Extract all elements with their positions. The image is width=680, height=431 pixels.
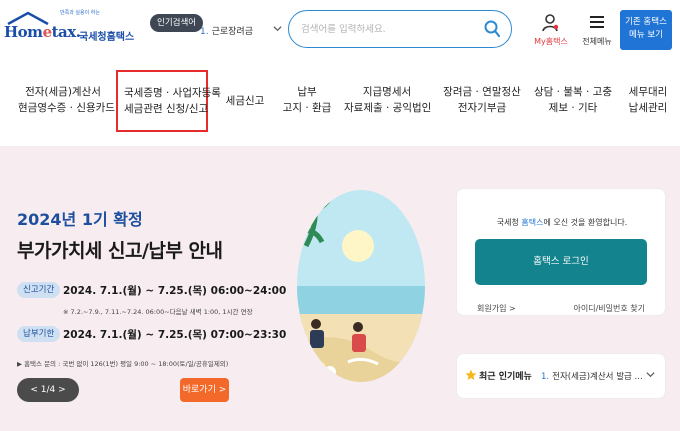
nav-item-line2: 자료제출 · 공익법인 <box>344 102 432 114</box>
search-icon[interactable] <box>484 20 501 38</box>
nav-item-line2: 제보 · 기타 <box>548 102 598 114</box>
login-button[interactable]: 홈택스 로그인 <box>475 239 647 285</box>
popular-search-rank: 1. <box>200 27 209 37</box>
report-period-tag: 신고기간 <box>17 282 61 298</box>
nav-item-line2: 세금관련 신청/신고 <box>124 103 209 115</box>
all-menu-label: 전체메뉴 <box>582 37 612 46</box>
main-banner: 2024년 1기 확정 부가가치세 신고/납부 안내 신고기간 2024. 7.… <box>0 146 680 431</box>
shortcut-button[interactable]: 바로가기 > <box>180 378 229 402</box>
welcome-brand: 홈택스 <box>521 218 544 227</box>
nav-item-payment-statements[interactable]: 지급명세서 자료제출 · 공익법인 <box>344 84 432 124</box>
signup-link[interactable]: 회원가입 > <box>477 303 516 314</box>
main-navigation: 전자(세금)계산서 현금영수증 · 신용카드 국세증명 · 사업자등록 세금관련… <box>0 62 680 146</box>
beach-illustration <box>297 190 425 382</box>
nav-item-line2: 현금영수증 · 신용카드 <box>18 102 115 114</box>
banner-main-title: 부가가치세 신고/납부 안내 <box>17 240 223 262</box>
logo-korean: 국세청홈택스 <box>79 32 135 43</box>
nav-item-incentives[interactable]: 장려금 · 연말정산 전자기부금 <box>440 84 524 124</box>
hometax-logo[interactable]: 만족과 실용이 하는 Hometax. 국세청홈택스 <box>4 8 144 48</box>
chevron-down-icon <box>273 26 282 32</box>
nav-item-tax-report[interactable]: 세금신고 <box>222 93 268 133</box>
banner-pager[interactable]: < 1/4 > <box>17 378 79 402</box>
legacy-menu-line2: 메뉴 보기 <box>629 30 663 40</box>
header: 만족과 실용이 하는 Hometax. 국세청홈택스 인기검색어 1. 근로장려금… <box>0 0 680 62</box>
my-hometax-label: My홈택스 <box>534 37 568 46</box>
popular-search-value: 1. 근로장려금 <box>200 24 253 37</box>
popular-menu-label: 최근 인기메뉴 <box>479 372 532 382</box>
nav-item-line1: 상담 · 불복 · 고충 <box>534 86 612 98</box>
logo-en-suffix: tax. <box>51 23 81 41</box>
hamburger-icon <box>590 16 604 28</box>
logo-wordmark: Hometax. <box>4 23 81 41</box>
popular-search-keyword: 근로장려금 <box>211 27 253 37</box>
popular-menu-rank: 1. <box>541 372 550 382</box>
popular-menu-panel[interactable]: 최근 인기메뉴 1. 전자(세금)계산서 발급 ... <box>456 353 666 399</box>
nav-item-line2: 납세관리 <box>628 102 668 114</box>
welcome-prefix: 국세청 <box>496 218 522 227</box>
report-period-text: 2024. 7.1.(월) ~ 7.25.(목) 06:00~24:00 <box>63 285 287 297</box>
nav-item-payment[interactable]: 납부 고지 · 환급 <box>280 84 334 124</box>
nav-item-e-invoice[interactable]: 전자(세금)계산서 현금영수증 · 신용카드 <box>18 84 115 124</box>
nav-item-line1: 지급명세서 <box>362 86 412 98</box>
popular-search-dropdown[interactable]: 1. 근로장려금 <box>194 15 286 45</box>
all-menu-button[interactable]: 전체메뉴 <box>576 11 618 51</box>
nav-item-tax-agent[interactable]: 세무대리 납세관리 <box>622 84 674 124</box>
popular-menu-item[interactable]: 1. 전자(세금)계산서 발급 ... <box>541 370 643 382</box>
payment-deadline-tag: 납부기한 <box>17 326 61 342</box>
user-icon <box>542 14 559 32</box>
search-input[interactable] <box>301 20 481 38</box>
find-id-password-link[interactable]: 아이디/비밀번호 찾기 <box>574 303 645 314</box>
report-period-note: ※ 7.2.~7.9., 7.11.~7.24. 06:00~다음날 새벽 1:… <box>63 308 253 316</box>
payment-deadline-text: 2024. 7.1.(월) ~ 7.25.(목) 07:00~23:30 <box>63 329 287 341</box>
popular-menu-text: 전자(세금)계산서 발급 ... <box>552 372 643 382</box>
search-bar <box>288 10 512 48</box>
nav-item-line2: 전자기부금 <box>457 102 507 114</box>
legacy-menu-button[interactable]: 기존 홈택스 메뉴 보기 <box>620 10 672 50</box>
my-hometax-button[interactable]: My홈택스 <box>530 11 572 51</box>
inquiry-info: ▶ 홈택스 문의 : 국번 없이 126(1번) 평일 9:00 ~ 18:00… <box>17 360 229 368</box>
logo-en-prefix: Hom <box>4 23 43 41</box>
nav-item-line1: 장려금 · 연말정산 <box>443 86 521 98</box>
login-panel: 국세청 홈택스에 오신 것을 환영합니다. 홈택스 로그인 회원가입 > 아이디… <box>456 188 666 316</box>
nav-item-line1: 납부 <box>297 86 317 98</box>
legacy-menu-line1: 기존 홈택스 <box>625 17 667 27</box>
nav-item-line1: 세무대리 <box>628 86 668 98</box>
welcome-suffix: 에 오신 것을 환영합니다. <box>543 218 628 227</box>
nav-item-tax-certificates[interactable]: 국세증명 · 사업자등록 세금관련 신청/신고 <box>116 70 221 132</box>
nav-item-line2: 고지 · 환급 <box>282 102 332 114</box>
nav-item-line1: 전자(세금)계산서 <box>25 86 101 98</box>
star-icon <box>465 369 477 380</box>
welcome-message: 국세청 홈택스에 오신 것을 환영합니다. <box>457 217 667 228</box>
nav-item-line1: 국세증명 · 사업자등록 <box>124 87 221 99</box>
nav-item-line1: 세금신고 <box>225 95 265 107</box>
logo-en-e: e <box>42 23 53 41</box>
banner-year-title: 2024년 1기 확정 <box>17 210 143 229</box>
chevron-down-icon[interactable] <box>646 370 655 379</box>
nav-item-consultation[interactable]: 상담 · 불복 · 고충 제보 · 기타 <box>533 84 613 124</box>
